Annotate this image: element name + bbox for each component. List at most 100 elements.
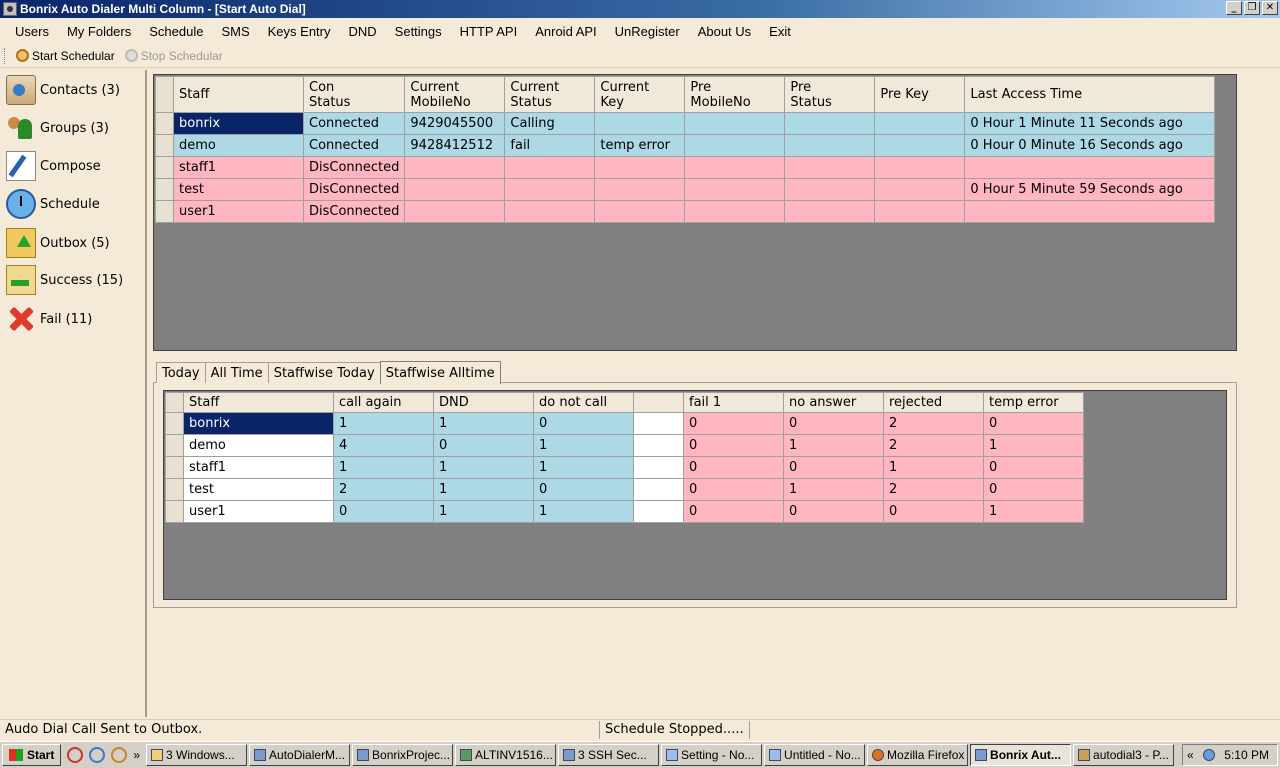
toolbar-grip[interactable] (4, 47, 7, 64)
table-cell[interactable] (784, 156, 876, 179)
table-cell[interactable]: fail (504, 134, 596, 157)
row-header[interactable] (165, 456, 184, 479)
table-cell[interactable]: 9429045500 (404, 112, 506, 135)
network-icon[interactable] (1202, 749, 1215, 761)
table-cell[interactable]: test (183, 478, 334, 501)
sidebar-item-compose[interactable]: Compose (6, 151, 101, 181)
taskbar-button[interactable]: Mozilla Firefox (867, 744, 969, 766)
column-header[interactable]: Current Status (504, 76, 596, 113)
taskbar-button[interactable]: BonrixProjec... (352, 744, 454, 766)
table-cell[interactable]: 1 (883, 456, 984, 479)
table-cell[interactable] (684, 134, 786, 157)
tab-staffwise-today[interactable]: Staffwise Today (267, 362, 381, 383)
table-cell[interactable]: 0 (983, 412, 1084, 435)
menu-users[interactable]: Users (6, 24, 58, 39)
table-cell[interactable] (594, 178, 686, 201)
taskbar-button[interactable]: 3 Windows... (146, 744, 248, 766)
table-row[interactable]: staff1 DisConnected (155, 156, 1216, 179)
table-cell[interactable] (784, 200, 876, 223)
table-cell[interactable]: 1 (433, 500, 534, 523)
row-header[interactable] (155, 178, 174, 201)
table-cell[interactable] (684, 200, 786, 223)
table-cell[interactable]: user1 (183, 500, 334, 523)
column-header[interactable]: Staff (173, 76, 304, 113)
taskbar-button[interactable]: 3 SSH Sec... (558, 744, 660, 766)
menu-keys-entry[interactable]: Keys Entry (259, 24, 340, 39)
table-cell[interactable]: 0 (983, 478, 1084, 501)
table-cell[interactable] (633, 456, 684, 479)
table-cell[interactable]: Calling (504, 112, 596, 135)
table-cell[interactable]: 1 (783, 478, 884, 501)
menu-schedule[interactable]: Schedule (140, 24, 212, 39)
column-header[interactable]: do not call (533, 392, 634, 413)
quick-launch-more-button[interactable]: » (133, 748, 140, 762)
table-cell[interactable]: 2 (883, 478, 984, 501)
table-cell[interactable]: 0 (783, 500, 884, 523)
table-cell[interactable]: 0 (683, 478, 784, 501)
sidebar-item-schedule[interactable]: Schedule (6, 189, 100, 219)
taskbar-button[interactable]: Untitled - No... (764, 744, 866, 766)
table-cell[interactable] (633, 412, 684, 435)
table-cell[interactable]: 0 (983, 456, 1084, 479)
table-cell[interactable] (784, 112, 876, 135)
column-header[interactable]: Pre Key (874, 76, 966, 113)
table-cell[interactable]: 0 (783, 412, 884, 435)
column-header[interactable]: Pre Status (784, 76, 876, 113)
table-row[interactable]: user1 DisConnected (155, 200, 1216, 223)
table-cell[interactable] (874, 134, 966, 157)
table-cell[interactable] (404, 156, 506, 179)
table-cell[interactable] (594, 112, 686, 135)
menu-http-api[interactable]: HTTP API (451, 24, 527, 39)
menu-android-api[interactable]: Anroid API (526, 24, 605, 39)
taskbar-button-active[interactable]: Bonrix Aut... (970, 744, 1072, 766)
menu-my-folders[interactable]: My Folders (58, 24, 140, 39)
table-row[interactable]: bonrix 1 1 0 0 0 2 0 (165, 412, 1084, 435)
sidebar-item-fail[interactable]: Fail (11) (6, 304, 92, 334)
table-cell[interactable]: 0 (783, 456, 884, 479)
table-cell[interactable] (504, 178, 596, 201)
table-cell[interactable] (684, 178, 786, 201)
table-cell[interactable]: 1 (983, 500, 1084, 523)
table-cell[interactable]: Connected (302, 134, 406, 157)
table-cell[interactable]: staff1 (173, 156, 304, 179)
table-cell[interactable]: 0 Hour 5 Minute 59 Seconds ago (964, 178, 1216, 201)
table-cell[interactable]: 2 (883, 434, 984, 457)
table-cell[interactable]: 1 (433, 412, 534, 435)
table-cell[interactable] (784, 134, 876, 157)
table-cell[interactable]: bonrix (183, 412, 334, 435)
table-cell[interactable]: DisConnected (302, 200, 406, 223)
column-header[interactable]: rejected (883, 392, 984, 413)
table-cell[interactable]: 0 (533, 412, 634, 435)
taskbar-button[interactable]: Setting - No... (661, 744, 763, 766)
table-row[interactable]: test 2 1 0 0 1 2 0 (165, 478, 1084, 501)
table-cell[interactable] (633, 500, 684, 523)
table-cell[interactable]: demo (183, 434, 334, 457)
table-cell[interactable]: 0 Hour 0 Minute 16 Seconds ago (964, 134, 1216, 157)
sidebar-item-contacts[interactable]: Contacts (3) (6, 75, 120, 105)
table-row[interactable]: bonrix Connected 9429045500 Calling 0 Ho… (155, 112, 1216, 135)
taskbar-button[interactable]: ALTINV1516... (455, 744, 557, 766)
column-header[interactable]: Last Access Time (964, 76, 1216, 113)
table-row[interactable]: demo Connected 9428412512 fail temp erro… (155, 134, 1216, 157)
table-cell[interactable]: bonrix (173, 112, 304, 135)
row-header[interactable] (165, 478, 184, 501)
column-header[interactable]: Staff (183, 392, 334, 413)
table-cell[interactable]: 1 (533, 434, 634, 457)
table-row[interactable]: user1 0 1 1 0 0 0 1 (165, 500, 1084, 523)
row-header[interactable] (155, 200, 174, 223)
table-cell[interactable]: 4 (333, 434, 434, 457)
column-header[interactable]: Pre MobileNo (684, 76, 786, 113)
column-header[interactable]: Current MobileNo (404, 76, 506, 113)
column-header[interactable]: fail 1 (683, 392, 784, 413)
column-header[interactable]: Con Status (302, 76, 406, 113)
menu-exit[interactable]: Exit (760, 24, 800, 39)
chrome-icon[interactable] (67, 747, 84, 763)
sidebar-item-success[interactable]: Success (15) (6, 265, 123, 295)
row-header-corner[interactable] (155, 76, 174, 113)
table-cell[interactable] (874, 112, 966, 135)
table-cell[interactable]: staff1 (183, 456, 334, 479)
table-cell[interactable]: DisConnected (302, 156, 406, 179)
table-cell[interactable]: 0 (433, 434, 534, 457)
table-cell[interactable]: Connected (302, 112, 406, 135)
menu-sms[interactable]: SMS (212, 24, 258, 39)
